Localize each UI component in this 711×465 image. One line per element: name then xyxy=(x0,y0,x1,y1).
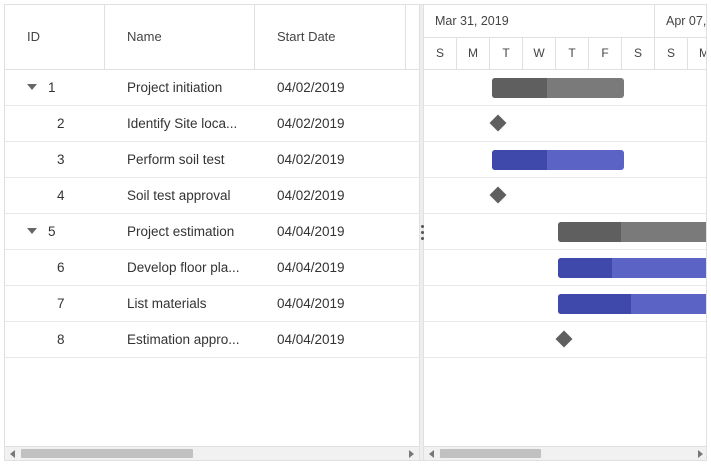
task-id: 1 xyxy=(48,80,56,95)
timeline-day-label: M xyxy=(688,38,706,69)
table-row[interactable]: 5 Project estimation 04/04/2019 xyxy=(5,214,419,250)
task-progress xyxy=(558,222,621,242)
grid-header: ID Name Start Date xyxy=(5,5,419,70)
cell-task-name: Soil test approval xyxy=(127,188,231,203)
task-id: 4 xyxy=(57,188,65,203)
task-bar[interactable] xyxy=(558,258,706,278)
cell-task-name: Project estimation xyxy=(127,224,235,239)
timeline-week-label: Mar 31, 2019 xyxy=(424,5,655,37)
scroll-right-arrow-icon[interactable] xyxy=(698,450,703,458)
scroll-right-arrow-icon[interactable] xyxy=(409,450,414,458)
collapse-arrow-icon[interactable] xyxy=(27,84,37,90)
column-header-name[interactable]: Name xyxy=(105,5,255,69)
timeline-day-label: M xyxy=(457,38,490,69)
cell-id: 2 xyxy=(5,106,105,141)
chart-row xyxy=(424,106,706,142)
scroll-left-arrow-icon[interactable] xyxy=(10,450,15,458)
task-id: 8 xyxy=(57,332,65,347)
scroll-left-arrow-icon[interactable] xyxy=(429,450,434,458)
collapse-arrow-icon[interactable] xyxy=(27,228,37,234)
gantt-chart: ID Name Start Date 1 Project initiation 04… xyxy=(4,4,707,461)
parent-task-bar[interactable] xyxy=(558,222,706,242)
cell-id: 1 xyxy=(5,70,105,105)
timeline-day-label: S xyxy=(622,38,655,69)
task-id: 3 xyxy=(57,152,65,167)
cell-id: 5 xyxy=(5,214,105,249)
cell-start-date: 04/02/2019 xyxy=(277,116,345,131)
task-progress xyxy=(558,258,613,278)
cell-id: 4 xyxy=(5,178,105,213)
cell-task-name: Project initiation xyxy=(127,80,223,95)
cell-start-date: 04/02/2019 xyxy=(277,80,345,95)
table-row[interactable]: 3 Perform soil test 04/02/2019 xyxy=(5,142,419,178)
table-row[interactable]: 6 Develop floor pla... 04/04/2019 xyxy=(5,250,419,286)
cell-task-name: List materials xyxy=(127,296,207,311)
table-row[interactable]: 2 Identify Site loca... 04/02/2019 xyxy=(5,106,419,142)
chart-row xyxy=(424,214,706,250)
timeline-day-label: F xyxy=(589,38,622,69)
task-id: 7 xyxy=(57,296,65,311)
chart-row xyxy=(424,286,706,322)
timeline-chart: Mar 31, 2019Apr 07, SMTWTFSSM xyxy=(424,5,706,460)
milestone-diamond-icon[interactable] xyxy=(555,330,573,348)
cell-id: 8 xyxy=(5,322,105,357)
table-row[interactable]: 7 List materials 04/04/2019 xyxy=(5,286,419,322)
task-grid: ID Name Start Date 1 Project initiation 04… xyxy=(5,5,419,460)
chart-row xyxy=(424,322,706,358)
timeline-day-label: S xyxy=(655,38,688,69)
column-header-start-date[interactable]: Start Date xyxy=(255,5,406,69)
cell-task-name: Perform soil test xyxy=(127,152,225,167)
table-row[interactable]: 4 Soil test approval 04/02/2019 xyxy=(5,178,419,214)
table-row[interactable]: 1 Project initiation 04/02/2019 xyxy=(5,70,419,106)
task-id: 5 xyxy=(48,224,56,239)
chart-body xyxy=(424,70,706,358)
task-progress xyxy=(492,150,548,170)
task-progress xyxy=(492,78,548,98)
cell-start-date: 04/04/2019 xyxy=(277,224,345,239)
column-header-id[interactable]: ID xyxy=(5,5,105,69)
chart-horizontal-scrollbar[interactable] xyxy=(424,446,706,460)
chart-row xyxy=(424,250,706,286)
table-row[interactable]: 8 Estimation appro... 04/04/2019 xyxy=(5,322,419,358)
task-id: 2 xyxy=(57,116,65,131)
task-bar[interactable] xyxy=(558,294,706,314)
parent-task-bar[interactable] xyxy=(492,78,624,98)
timeline-day-label: S xyxy=(424,38,457,69)
chart-row xyxy=(424,178,706,214)
milestone-diamond-icon[interactable] xyxy=(489,114,507,132)
timeline-week-label: Apr 07, xyxy=(655,5,706,37)
grid-horizontal-scrollbar[interactable] xyxy=(5,446,419,460)
timeline-day-label: T xyxy=(490,38,523,69)
timeline-week-header: Mar 31, 2019 Apr 07, xyxy=(424,5,706,38)
timeline-day-label: W xyxy=(523,38,556,69)
cell-start-date: 04/04/2019 xyxy=(277,332,345,347)
chart-scroll-thumb[interactable] xyxy=(440,449,541,458)
cell-start-date: 04/04/2019 xyxy=(277,296,345,311)
chart-row xyxy=(424,70,706,106)
milestone-diamond-icon[interactable] xyxy=(489,186,507,204)
cell-start-date: 04/02/2019 xyxy=(277,152,345,167)
grid-body: 1 Project initiation 04/02/2019 2 Identify S… xyxy=(5,70,419,358)
cell-task-name: Develop floor pla... xyxy=(127,260,240,275)
cell-id: 6 xyxy=(5,250,105,285)
task-progress xyxy=(558,294,631,314)
cell-task-name: Estimation appro... xyxy=(127,332,240,347)
grid-scroll-thumb[interactable] xyxy=(21,449,193,458)
task-id: 6 xyxy=(57,260,65,275)
chart-row xyxy=(424,142,706,178)
cell-task-name: Identify Site loca... xyxy=(127,116,238,131)
task-bar[interactable] xyxy=(492,150,624,170)
cell-start-date: 04/02/2019 xyxy=(277,188,345,203)
timeline-day-header: SMTWTFSSM xyxy=(424,38,706,70)
cell-start-date: 04/04/2019 xyxy=(277,260,345,275)
cell-id: 3 xyxy=(5,142,105,177)
cell-id: 7 xyxy=(5,286,105,321)
timeline-day-label: T xyxy=(556,38,589,69)
